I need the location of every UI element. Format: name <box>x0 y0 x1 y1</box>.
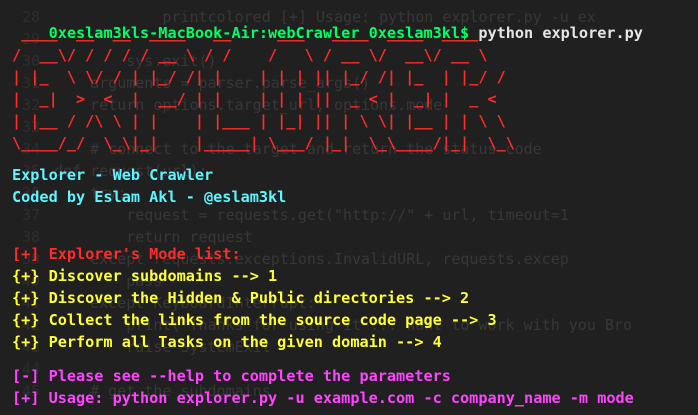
banner-line: / __\/ / / / / __ \ / / / \ / __ \/ __\/… <box>12 46 488 64</box>
banner-line: ____ __ __ ____ __ ___ ____ ____ ____ <box>12 24 488 42</box>
prompt-line: 0xeslam3kls-MacBook-Air:webCrawler 0xesl… <box>12 0 643 42</box>
tool-title: Explorer - Web Crawler <box>12 166 214 184</box>
banner-line: | _| > < | __/ | | | | | || _ < | _| | _… <box>12 90 506 108</box>
banner-line: \____/_/ \_\|_| |_____| \___/ |_| \_\___… <box>12 134 515 152</box>
mode-item: {+} Perform all Tasks on the given domai… <box>12 333 442 351</box>
help-message: [-] Please see --help to complete the pa… <box>12 367 451 385</box>
mode-list-header: [+] Explorer's Mode list: <box>12 245 241 263</box>
banner-line: | |__ / /\ \ | | | |___ | |_| || | \ \| … <box>12 112 506 130</box>
banner-line: | |_ \ \/ / | |_/ /| | | | | || |_/ /| |… <box>12 68 506 86</box>
mode-item: {+} Discover the Hidden & Public directo… <box>12 289 470 307</box>
mode-item: {+} Collect the links from the source co… <box>12 311 497 329</box>
shell-command: python explorer.py <box>478 24 643 42</box>
author-line: Coded by Eslam Akl - @eslam3kl <box>12 188 287 206</box>
usage-message: [+] Usage: python explorer.py -u example… <box>12 389 634 407</box>
mode-item: {+} Discover subdomains --> 1 <box>12 267 278 285</box>
